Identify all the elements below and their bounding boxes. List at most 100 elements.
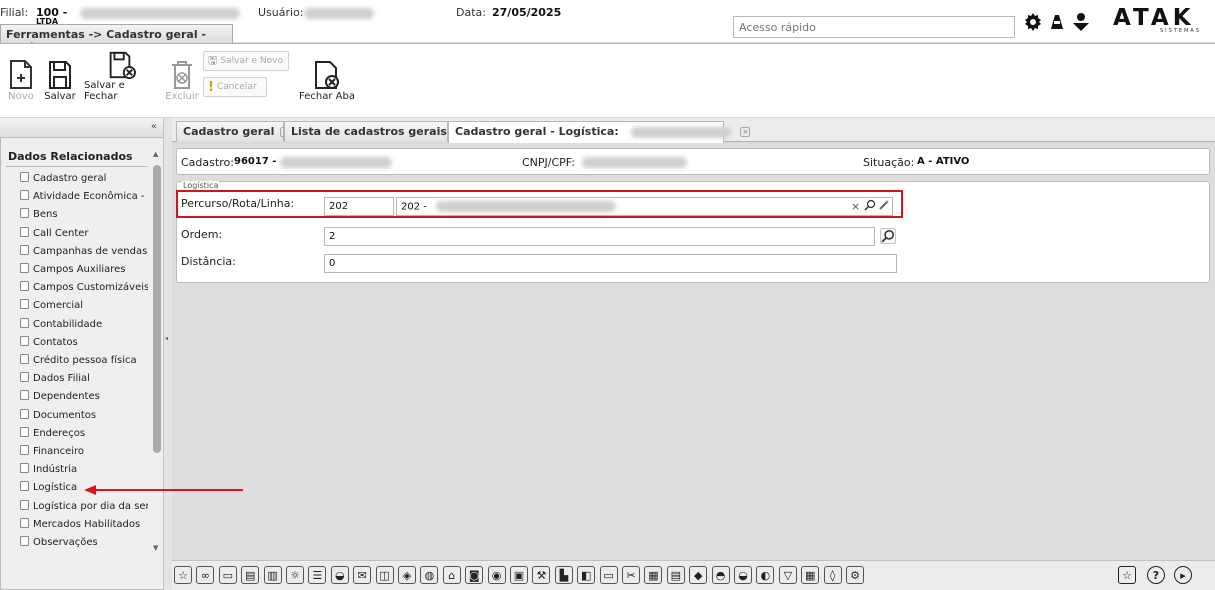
sidebar-item[interactable]: Call Center — [20, 226, 148, 239]
handshake-icon[interactable]: ◆ — [689, 566, 708, 584]
briefcase-icon[interactable]: ▭ — [218, 566, 237, 584]
truck-icon[interactable]: ◧ — [577, 566, 596, 584]
star-icon[interactable]: ☆ — [174, 566, 192, 584]
document-icon — [20, 172, 29, 182]
panel-splitter[interactable]: ◂ — [163, 118, 172, 590]
badge-icon[interactable]: ☼ — [286, 566, 304, 584]
document-icon — [20, 408, 29, 419]
sidebar-item[interactable]: Dados Filial — [20, 372, 148, 384]
bank-icon[interactable] — [1046, 11, 1068, 33]
sidebar-item[interactable]: Observações — [20, 536, 148, 548]
tools-icon[interactable]: ⚒ — [532, 566, 551, 584]
sidebar-item[interactable]: Campos Customizáveis — [20, 281, 148, 293]
mail-icon[interactable]: ✉ — [353, 566, 372, 584]
document-icon[interactable]: ▤ — [666, 566, 685, 584]
sidebar-item[interactable]: Cadastro geral — [20, 172, 148, 184]
sidebar-item-label: Documentos — [33, 409, 97, 421]
gear-icon[interactable] — [1022, 11, 1044, 33]
save-new-icon: 🖫 — [208, 53, 218, 67]
sidebar-item-label: Mercados Habilitados — [33, 518, 141, 530]
sidebar-item[interactable]: Crédito pessoa física — [20, 354, 148, 366]
favorite-add-icon[interactable]: ☆ — [1118, 566, 1136, 584]
quick-access-input[interactable]: Acesso rápido — [733, 16, 1015, 38]
mouse-icon[interactable]: ◒ — [330, 566, 349, 584]
globe-icon[interactable]: ◍ — [420, 566, 439, 584]
save-close-button[interactable]: Salvar e Fechar — [84, 50, 156, 102]
camera-icon[interactable]: ◙ — [465, 566, 484, 584]
sidebar-item[interactable]: Dependentes — [20, 390, 148, 402]
delete-button[interactable]: Excluir — [162, 50, 202, 102]
scrollbar-thumb[interactable] — [153, 165, 161, 453]
scroll-up-icon[interactable]: ▲ — [153, 150, 158, 158]
sidebar-item[interactable]: Financeiro — [20, 445, 148, 457]
sidebar-item[interactable]: Contabilidade — [20, 317, 148, 330]
save-new-button[interactable]: 🖫 Salvar e Novo — [203, 51, 289, 71]
invoice-icon[interactable]: ▦ — [644, 566, 663, 584]
cancel-button[interactable]: ! Cancelar — [203, 77, 267, 97]
next-icon[interactable]: ▸ — [1174, 566, 1192, 584]
novo-button[interactable]: Novo — [4, 50, 38, 102]
sidebar-item[interactable]: Endereços — [20, 426, 148, 439]
document-icon — [20, 463, 29, 474]
document-icon — [20, 190, 29, 201]
sliders-icon[interactable]: ☰ — [308, 566, 327, 584]
printer-icon[interactable]: ▣ — [510, 566, 528, 584]
help-icon[interactable]: ? — [1147, 566, 1165, 584]
logo-sub: SISTEMAS — [1160, 28, 1201, 34]
cnpj-redacted — [582, 157, 687, 168]
user-icon[interactable] — [1070, 11, 1092, 33]
tab-cadastro-logistica[interactable]: Cadastro geral - Logística: × — [448, 121, 751, 143]
sidebar-item[interactable]: Documentos — [20, 408, 148, 421]
sidebar-item-label: Atividade Econômica - CNAE — [33, 191, 148, 203]
novo-label: Novo — [8, 91, 34, 102]
glasses-icon[interactable]: ∞ — [196, 566, 215, 584]
gear-icon[interactable]: ⚙ — [846, 566, 864, 584]
toolbar: Novo Salvar Salvar e Fechar Excluir 🖫 Sa… — [0, 43, 1215, 117]
tab-cadastro-geral[interactable]: Cadastro geral× — [176, 121, 291, 142]
close-icon[interactable]: × — [740, 127, 751, 137]
related-data-title: Dados Relacionados — [8, 150, 133, 163]
document-icon — [20, 317, 29, 328]
calendar-icon[interactable]: ▦ — [801, 566, 820, 584]
sidebar-item[interactable]: Campos Auxiliares — [20, 263, 148, 275]
tab-label: Cadastro geral — [183, 125, 275, 138]
building-icon[interactable]: ⌂ — [442, 566, 461, 584]
scissors-icon[interactable]: ✂ — [622, 566, 640, 584]
distancia-input[interactable]: 0 — [324, 254, 897, 273]
ordem-search-button[interactable] — [880, 228, 896, 244]
sidebar-item[interactable]: Bens — [20, 208, 148, 220]
bus-icon[interactable]: ▭ — [599, 566, 618, 584]
sidebar-item[interactable]: Contatos — [20, 335, 148, 348]
helmet-icon[interactable]: ◓ — [711, 566, 730, 584]
cart-icon[interactable]: ▽ — [778, 566, 797, 584]
barcode-icon[interactable]: ▥ — [263, 566, 282, 584]
box-icon[interactable]: ◈ — [398, 566, 416, 584]
route-icon[interactable]: ◊ — [823, 566, 842, 584]
car-icon[interactable]: ◒ — [734, 566, 752, 584]
document-icon — [20, 299, 29, 310]
tab-lista-cadastros[interactable]: Lista de cadastros gerais× — [284, 121, 463, 142]
document-icon — [20, 517, 29, 528]
sidebar-item[interactable]: Atividade Econômica - CNAE — [20, 190, 148, 202]
sidebar-item[interactable]: Campanhas de vendas — [20, 244, 148, 257]
book-icon[interactable]: ◫ — [375, 566, 394, 584]
tab-label: Lista de cadastros gerais — [291, 125, 447, 138]
collapse-panel-button[interactable]: « — [0, 118, 163, 138]
new-document-icon — [10, 60, 32, 89]
sidebar-item[interactable]: Comercial — [20, 299, 148, 311]
ordem-input[interactable]: 2 — [324, 227, 875, 246]
document-icon — [20, 226, 29, 237]
factory-icon[interactable]: ▙ — [554, 566, 573, 584]
coin-icon[interactable]: ◉ — [487, 566, 506, 584]
sidebar-item[interactable]: Mercados Habilitados — [20, 517, 148, 530]
sidebar-item[interactable]: Logística por dia da semana — [20, 499, 148, 512]
document-icon — [20, 445, 29, 455]
calculator-icon[interactable]: ▤ — [241, 566, 260, 584]
scroll-down-icon[interactable]: ▼ — [153, 544, 158, 552]
module-toolbar: ☆ ∞ ▭ ▤ ▥ ☼ ☰ ◒ ✉ ◫ ◈ ◍ ⌂ ◙ ◉ ▣ ⚒ ▙ ◧ ▭ ✂ ▦ ▤ ◆ ◓ ◒ ◐ ▽ ▦ ◊ ⚙ ☆? ▸ — [172, 560, 1215, 590]
sidebar-item[interactable]: Indústria — [20, 463, 148, 475]
save-label: Salvar — [44, 91, 76, 102]
save-button[interactable]: Salvar — [42, 50, 78, 102]
car-front-icon[interactable]: ◐ — [756, 566, 775, 584]
close-tab-button[interactable]: Fechar Aba — [296, 50, 358, 102]
